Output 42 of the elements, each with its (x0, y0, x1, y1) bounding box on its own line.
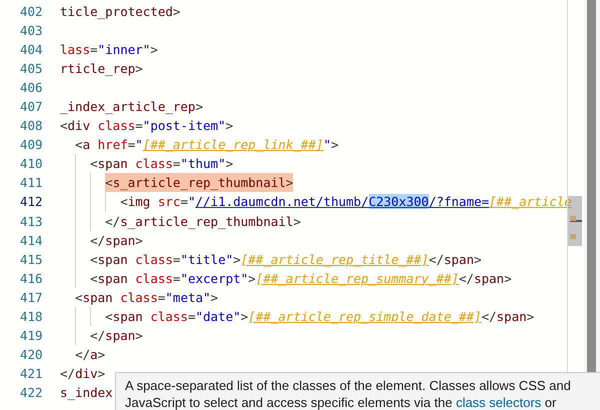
line-number: 402 (19, 3, 44, 21)
line-number: 403 (19, 22, 44, 40)
line-number: 418 (19, 308, 44, 326)
line-number: 407 (19, 98, 44, 116)
line-number: 409 (19, 136, 44, 154)
code-line: <span class="date">[##_article_rep_simple_date_##]</span> (105, 308, 534, 326)
code-line: rticle_rep> (60, 60, 143, 78)
code-line: <div class="post-item"> (60, 117, 234, 136)
line-number: 404 (19, 41, 44, 60)
line-number: 422 (19, 384, 44, 402)
line-number: 410 (19, 155, 44, 174)
code-line: <a href="[##_article_rep_link_##]"> (75, 136, 339, 154)
code-line: </a> (75, 346, 106, 364)
line-number: 419 (19, 326, 44, 345)
line-number: 406 (19, 79, 44, 98)
class-selectors-link[interactable]: class selectors (456, 395, 542, 410)
code-line: <span class="title">[##_article_rep_title_##]</span> (90, 250, 482, 269)
code-line: </span> (90, 326, 143, 345)
line-number: 414 (19, 232, 44, 250)
code-line: </span> (90, 232, 143, 250)
code-line: <img src="//i1.daumcdn.net/thumb/C230x300/?fname=[##_article (120, 193, 572, 212)
code-line: lass="inner"> (60, 41, 158, 60)
line-number: 416 (19, 270, 44, 288)
line-number: 417 (19, 288, 44, 307)
line-number: 405 (19, 60, 44, 78)
ruler-marker (570, 234, 576, 239)
line-number: 408 (19, 117, 44, 136)
code-line: <span class="excerpt">[##_article_rep_summary_##]</span> (90, 270, 512, 288)
code-line: <span class="meta"> (75, 288, 218, 307)
line-number: 421 (19, 364, 44, 383)
line-number: 420 (19, 346, 44, 364)
code-line: <span class="thum"> (90, 155, 234, 174)
code-line: _index_article_rep> (60, 98, 203, 116)
line-number: 415 (19, 250, 44, 269)
tooltip-text: A space-separated list of the classes of the element. Classes allows CSS and JavaScript to select and access specific elements via the class selectors or (125, 377, 572, 410)
line-number: 413 (19, 212, 44, 231)
line-number: 411 (19, 174, 44, 192)
code-line: ticle_protected> (60, 3, 180, 21)
code-line: </div> (60, 364, 106, 383)
code-line: </s_article_rep_thumbnail> (105, 212, 301, 231)
code-line: s_index (60, 384, 113, 402)
line-number: 412 (19, 193, 44, 212)
